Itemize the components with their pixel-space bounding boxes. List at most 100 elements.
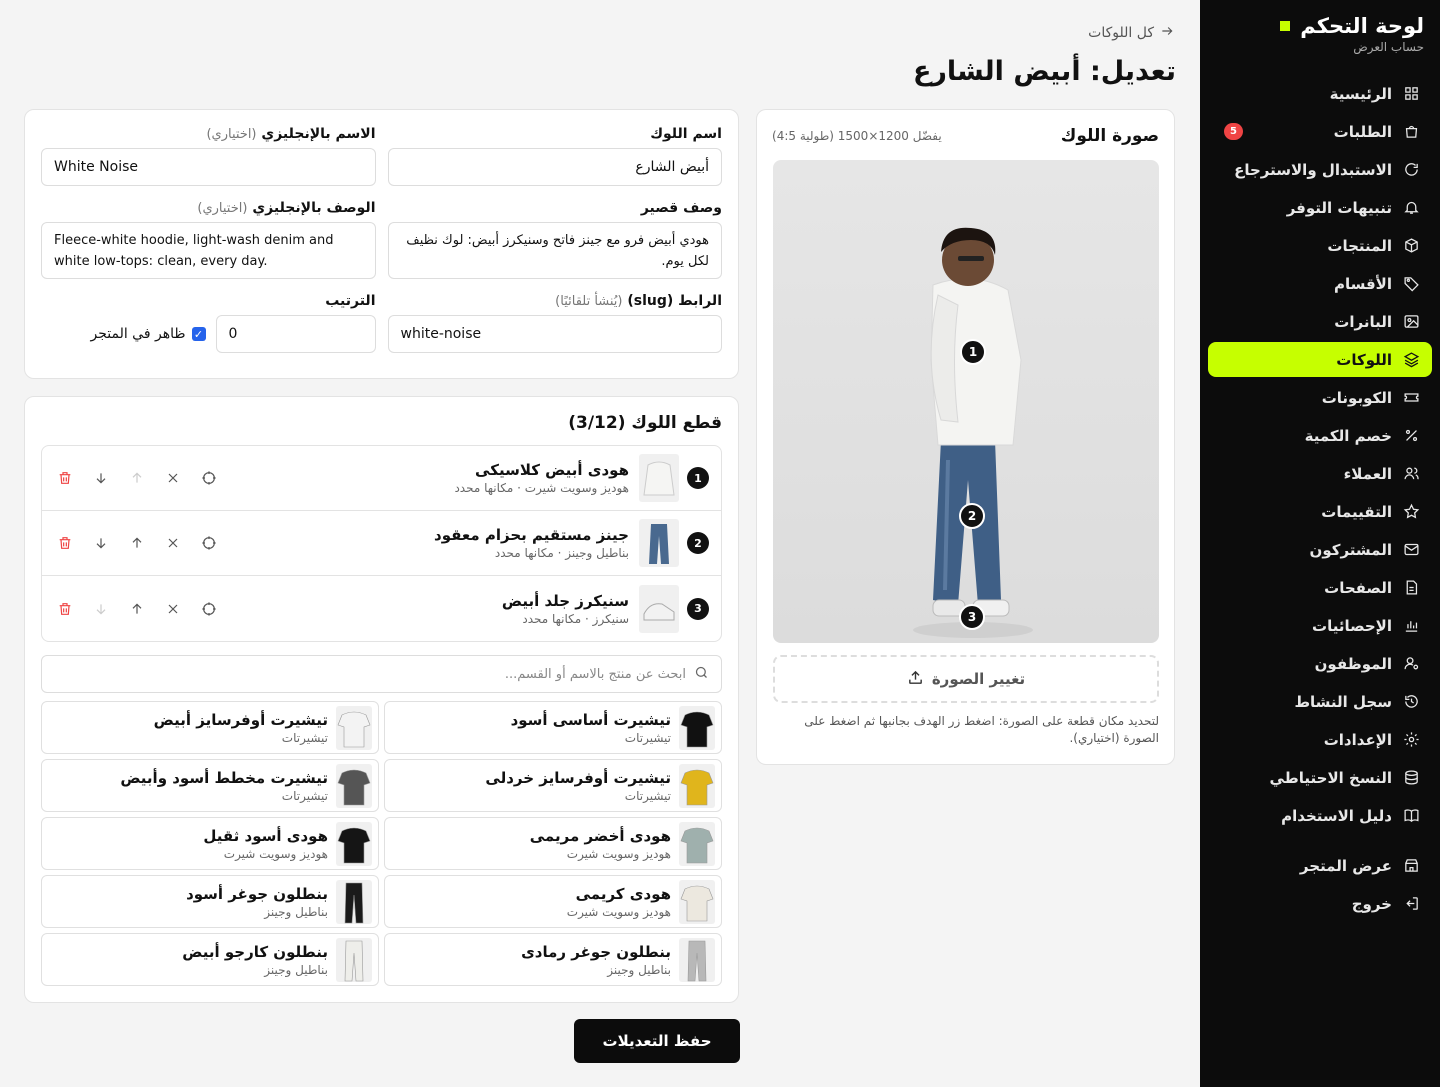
product-thumbnail <box>679 879 715 924</box>
product-result[interactable]: تيشيرت أوفرسايز خردلى تيشيرتات <box>384 759 722 812</box>
desc-label: وصف قصير <box>640 200 722 216</box>
user-cog-icon <box>1402 655 1420 673</box>
history-icon <box>1402 693 1420 711</box>
move-up-icon[interactable] <box>128 534 146 552</box>
sidebar-item-items1[interactable]: الطلبات 5 <box>1208 114 1432 149</box>
name-input[interactable]: أبيض الشارع <box>387 148 722 186</box>
sidebar-item-items19[interactable]: دليل الاستخدام <box>1208 798 1432 833</box>
target-icon[interactable] <box>200 600 218 618</box>
sidebar-item-items9[interactable]: خصم الكمية <box>1208 418 1432 453</box>
bag-icon <box>1402 123 1420 141</box>
hotspot-pin-1[interactable]: 1 <box>960 339 986 365</box>
look-photo[interactable]: 1 2 3 <box>773 160 1159 643</box>
sidebar-item-items16[interactable]: سجل النشاط <box>1208 684 1432 719</box>
change-image-label: تغيير الصورة <box>931 670 1026 688</box>
sidebar-item-items13[interactable]: الصفحات <box>1208 570 1432 605</box>
sidebar-item-items3[interactable]: تنبيهات التوفر <box>1208 190 1432 225</box>
sidebar-item-label: المشتركون <box>1309 540 1392 559</box>
order-input[interactable]: 0 <box>215 315 376 353</box>
database-icon <box>1402 769 1420 787</box>
product-title: بنطلون جوغر أسود <box>186 884 328 903</box>
sidebar-item-items10[interactable]: العملاء <box>1208 456 1432 491</box>
sidebar-item-items5[interactable]: الأقسام <box>1208 266 1432 301</box>
search-input[interactable]: ابحث عن منتج بالاسم أو القسم... <box>505 667 686 682</box>
product-result[interactable]: بنطلون جوغر رمادى بناطيل وجينز <box>384 933 722 986</box>
product-result[interactable]: هودى أخضر مريمى هوديز وسويت شيرت <box>384 817 722 870</box>
sidebar-item-items6[interactable]: البانرات <box>1208 304 1432 339</box>
product-result[interactable]: تيشيرت أوفرسايز أبيض تيشيرتات <box>41 701 379 754</box>
hotspot-pin-2[interactable]: 2 <box>959 503 985 529</box>
move-up-icon[interactable] <box>128 469 146 487</box>
sidebar-item-items2[interactable]: الاستبدال والاسترجاع <box>1208 152 1432 187</box>
product-thumbnail <box>336 879 372 924</box>
product-thumbnail <box>336 821 372 866</box>
save-button[interactable]: حفظ التعديلات <box>574 1019 740 1063</box>
trash-icon[interactable] <box>56 600 74 618</box>
sidebar-item-label: الأقسام <box>1333 274 1392 293</box>
ticket-icon <box>1402 389 1420 407</box>
back-link[interactable]: كل اللوكات <box>1088 24 1174 42</box>
look-image-hint: يفضّل 1200×1500 (طولية 4:5) <box>772 129 942 143</box>
refresh-icon <box>1402 161 1420 179</box>
layers-icon <box>1402 351 1420 369</box>
sidebar-item-items17[interactable]: الإعدادات <box>1208 722 1432 757</box>
desc-en-textarea[interactable]: Fleece-white hoodie, light-wash denim an… <box>41 222 376 279</box>
piece-actions <box>54 534 218 552</box>
change-image-button[interactable]: تغيير الصورة <box>773 655 1159 703</box>
nav-gap <box>1208 836 1432 848</box>
product-result[interactable]: بنطلون كارجو أبيض بناطيل وجينز <box>41 933 379 986</box>
remove-icon[interactable] <box>164 534 182 552</box>
piece-title: هودى أبيض كلاسيكى <box>475 461 629 479</box>
target-icon[interactable] <box>200 469 218 487</box>
sidebar-item-items18[interactable]: النسخ الاحتياطي <box>1208 760 1432 795</box>
sidebar-item-items0[interactable]: الرئيسية <box>1208 76 1432 111</box>
product-results-grid: تيشيرت أساسى أسود تيشيرتات تيشيرت أوفرسايز… <box>41 701 722 986</box>
sidebar-item-items12[interactable]: المشتركون <box>1208 532 1432 567</box>
remove-icon[interactable] <box>164 600 182 618</box>
remove-icon[interactable] <box>164 469 182 487</box>
sidebar-item-items14[interactable]: الإحصائيات <box>1208 608 1432 643</box>
product-result[interactable]: هودى أسود ثقيل هوديز وسويت شيرت <box>41 817 379 870</box>
hotspot-pin-3[interactable]: 3 <box>959 604 985 630</box>
target-icon[interactable] <box>200 534 218 552</box>
sidebar-item-items15[interactable]: الموظفون <box>1208 646 1432 681</box>
sidebar-item-label: خصم الكمية <box>1304 426 1392 445</box>
product-title: هودى أسود ثقيل <box>203 826 328 845</box>
product-category: تيشيرتات <box>281 730 328 745</box>
piece-title: جينز مستقيم بحزام معقود <box>434 526 629 544</box>
sidebar-item-items7[interactable]: اللوكات <box>1208 342 1432 377</box>
percent-icon <box>1402 427 1420 445</box>
sidebar-item-items11[interactable]: التقييمات <box>1208 494 1432 529</box>
box-icon <box>1402 237 1420 255</box>
sidebar-item-items8[interactable]: الكوبونات <box>1208 380 1432 415</box>
sidebar-item-items4[interactable]: المنتجات <box>1208 228 1432 263</box>
name-en-input[interactable]: White Noise <box>41 148 376 186</box>
product-result[interactable]: بنطلون جوغر أسود بناطيل وجينز <box>41 875 379 928</box>
sidebar-item-label: الرئيسية <box>1329 84 1392 103</box>
product-category: تيشيرتات <box>624 788 671 803</box>
visible-checkbox-group[interactable]: ✓ ظاهر في المتجر <box>90 326 206 342</box>
sidebar-item-label: الصفحات <box>1324 578 1392 597</box>
piece-number: 2 <box>687 532 709 554</box>
desc-textarea[interactable]: هودي أبيض فرو مع جينز فاتح وسنيكرز أبيض:… <box>387 222 722 279</box>
product-category: هوديز وسويت شيرت <box>566 904 671 919</box>
sidebar-item-footer0[interactable]: عرض المتجر <box>1208 848 1432 883</box>
product-result[interactable]: هودى كريمى هوديز وسويت شيرت <box>384 875 722 928</box>
sidebar-item-label: المنتجات <box>1327 236 1392 255</box>
product-result[interactable]: تيشيرت أساسى أسود تيشيرتات <box>384 701 722 754</box>
product-search[interactable]: ابحث عن منتج بالاسم أو القسم... <box>41 655 722 693</box>
move-down-icon[interactable] <box>92 600 110 618</box>
product-result[interactable]: تيشيرت مخطط أسود وأبيض تيشيرتات <box>41 759 379 812</box>
slug-input[interactable]: white-noise <box>387 315 722 353</box>
trash-icon[interactable] <box>56 469 74 487</box>
visible-checkbox[interactable]: ✓ <box>191 327 206 341</box>
sidebar-item-footer1[interactable]: خروج <box>1208 886 1432 921</box>
sidebar-item-label: الإحصائيات <box>1312 616 1392 635</box>
look-image-card: صورة اللوك يفضّل 1200×1500 (طولية 4:5) 1… <box>756 109 1175 765</box>
name-en-field-group: الاسم بالإنجليزي (اختياري) White Noise <box>41 126 376 186</box>
trash-icon[interactable] <box>56 534 74 552</box>
move-up-icon[interactable] <box>128 600 146 618</box>
sidebar: لوحة التحكم حساب العرض الرئيسية الطلبات 5 ا… <box>1200 0 1440 1087</box>
move-down-icon[interactable] <box>92 469 110 487</box>
move-down-icon[interactable] <box>92 534 110 552</box>
